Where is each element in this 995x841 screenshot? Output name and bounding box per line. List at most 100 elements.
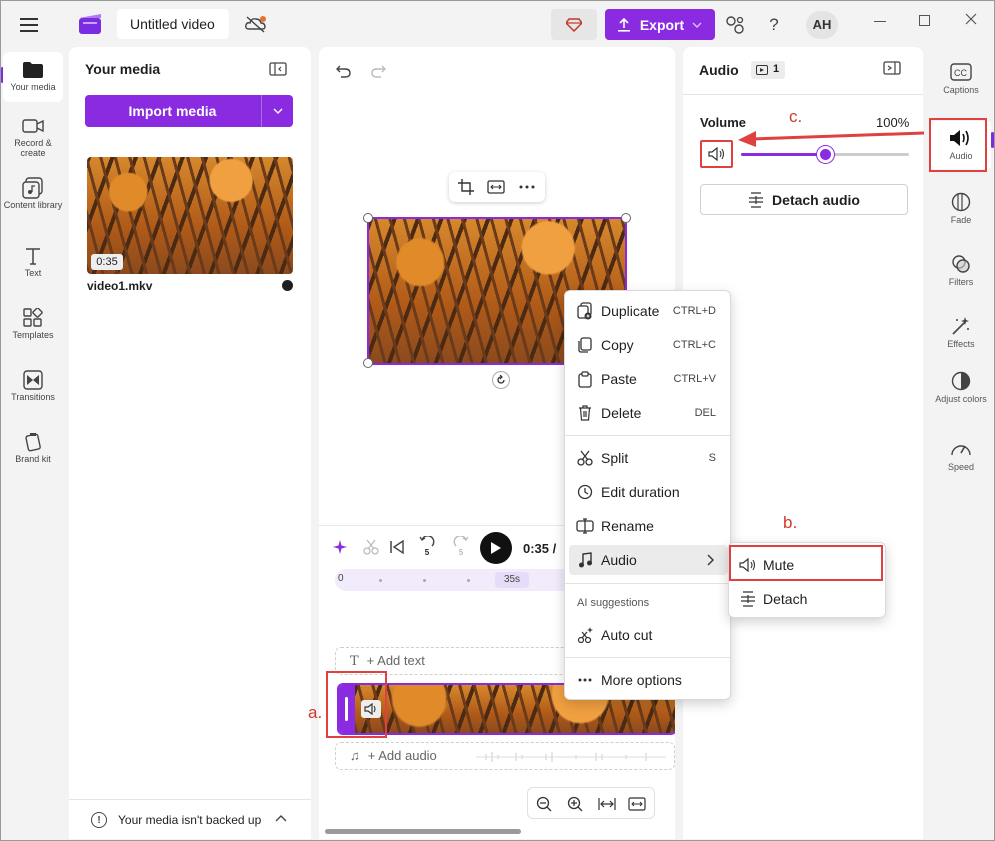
zoom-in-icon[interactable]: [567, 796, 583, 812]
volume-slider[interactable]: [741, 146, 909, 163]
duplicate-icon: [569, 302, 601, 320]
check-icon: [282, 280, 293, 291]
rewind-5-button[interactable]: 5: [417, 536, 437, 560]
crop-icon[interactable]: [458, 179, 474, 195]
scissors-icon[interactable]: [363, 539, 379, 555]
ai-suggestions-heading: AI suggestions: [577, 597, 650, 609]
rail-speed[interactable]: Speed: [931, 436, 991, 472]
menu-item-copy[interactable]: Copy CTRL+C: [569, 330, 728, 360]
sparkle-icon[interactable]: [333, 540, 347, 554]
rail-adjust-colors[interactable]: Adjust colors: [931, 368, 991, 404]
close-window-button[interactable]: [963, 11, 979, 27]
minimize-button[interactable]: [874, 21, 886, 22]
import-dropdown-button[interactable]: [261, 95, 293, 127]
skip-start-icon[interactable]: [389, 539, 405, 555]
menu-item-more-options[interactable]: More options: [569, 665, 728, 695]
nav-your-media[interactable]: Your media: [3, 52, 63, 102]
export-button[interactable]: Export: [605, 9, 715, 40]
menu-item-paste[interactable]: Paste CTRL+V: [569, 364, 728, 394]
folder-icon: [3, 58, 63, 82]
svg-text:CC: CC: [954, 68, 967, 78]
video-clip-icon: [756, 65, 768, 75]
nav-templates[interactable]: Templates: [3, 306, 63, 340]
chevron-down-icon: [273, 108, 283, 114]
import-media-label[interactable]: Import media: [85, 95, 260, 127]
menu-item-split[interactable]: Split S: [569, 443, 728, 473]
nav-brand-kit[interactable]: Brand kit: [3, 430, 63, 464]
collapse-panel-icon[interactable]: [267, 59, 289, 79]
premium-button[interactable]: [551, 9, 597, 40]
hamburger-menu-icon[interactable]: [15, 13, 43, 37]
more-options-icon[interactable]: [519, 185, 535, 189]
rail-effects[interactable]: Effects: [931, 313, 991, 349]
rail-label: Speed: [947, 462, 975, 472]
nav-label: Your media: [10, 82, 56, 92]
menu-item-audio[interactable]: Audio: [569, 545, 728, 575]
detach-audio-button[interactable]: Detach audio: [700, 184, 908, 215]
menu-item-duplicate[interactable]: Duplicate CTRL+D: [569, 296, 728, 326]
mute-toggle-button[interactable]: [700, 140, 733, 168]
speaker-icon: [707, 147, 724, 161]
project-title-field[interactable]: Untitled video: [117, 9, 229, 39]
nav-record-create[interactable]: Record & create: [3, 114, 63, 158]
submenu-item-detach[interactable]: Detach: [733, 584, 883, 614]
rail-label: Adjust colors: [935, 394, 987, 404]
add-audio-track[interactable]: ♫ + Add audio: [335, 742, 675, 770]
filters-icon: [931, 251, 991, 277]
fade-icon: [931, 189, 991, 215]
rail-captions[interactable]: CC Captions: [931, 59, 991, 95]
upload-icon: [617, 17, 630, 32]
annotation-box-b: [729, 545, 883, 581]
menu-item-auto-cut[interactable]: Auto cut: [569, 620, 728, 650]
resize-handle[interactable]: [363, 358, 373, 368]
maximize-button[interactable]: [919, 15, 930, 26]
chevron-up-icon[interactable]: [275, 814, 287, 822]
fit-width-icon[interactable]: [598, 798, 616, 810]
clip-context-menu: Duplicate CTRL+D Copy CTRL+C Paste CTRL+…: [564, 290, 731, 700]
menu-item-delete[interactable]: Delete DEL: [569, 398, 728, 428]
add-audio-label: + Add audio: [367, 748, 437, 763]
forward-5-button[interactable]: 5: [451, 536, 471, 560]
avatar[interactable]: AH: [806, 11, 838, 39]
nav-content-library[interactable]: Content library: [3, 176, 63, 210]
undo-icon[interactable]: [333, 61, 353, 81]
nav-transitions[interactable]: Transitions: [3, 368, 63, 402]
clock-icon: [569, 484, 601, 500]
rail-fade[interactable]: Fade: [931, 189, 991, 225]
play-button[interactable]: [480, 532, 512, 564]
menu-item-rename[interactable]: Rename: [569, 511, 728, 541]
import-media-button[interactable]: Import media: [85, 95, 293, 127]
media-thumbnail[interactable]: 0:35: [87, 157, 293, 274]
nav-text[interactable]: Text: [3, 244, 63, 278]
speed-icon: [931, 436, 991, 462]
share-icon[interactable]: [723, 13, 747, 37]
zoom-out-icon[interactable]: [536, 796, 552, 812]
more-options-icon: [569, 678, 601, 682]
rail-label: Effects: [947, 339, 975, 349]
forward-icon: [453, 536, 469, 547]
fit-timeline-icon[interactable]: [628, 797, 646, 811]
cloud-off-icon[interactable]: [243, 13, 269, 35]
horizontal-scrollbar[interactable]: [325, 829, 521, 834]
trash-icon: [569, 405, 601, 421]
resize-handle[interactable]: [621, 213, 631, 223]
help-icon[interactable]: ?: [763, 13, 785, 37]
fit-icon[interactable]: [487, 180, 505, 194]
menu-item-edit-duration[interactable]: Edit duration: [569, 477, 728, 507]
close-panel-icon[interactable]: [883, 61, 901, 75]
annotation-label-c: c.: [789, 107, 803, 126]
annotation-arrow: [738, 131, 925, 147]
backup-status-bar[interactable]: ! Your media isn't backed up: [69, 799, 311, 839]
divider: [683, 94, 923, 95]
volume-slider-thumb[interactable]: [817, 146, 834, 163]
rotate-icon[interactable]: [492, 371, 510, 389]
nav-label: Content library: [3, 200, 63, 210]
ruler-start-label: 0: [338, 573, 344, 584]
redo-icon[interactable]: [369, 61, 389, 81]
brand-kit-icon: [3, 430, 63, 454]
auto-cut-icon: [569, 627, 601, 643]
rail-active-indicator: [991, 132, 994, 148]
rail-filters[interactable]: Filters: [931, 251, 991, 287]
resize-handle[interactable]: [363, 213, 373, 223]
ruler-marker: 35s: [495, 572, 529, 588]
